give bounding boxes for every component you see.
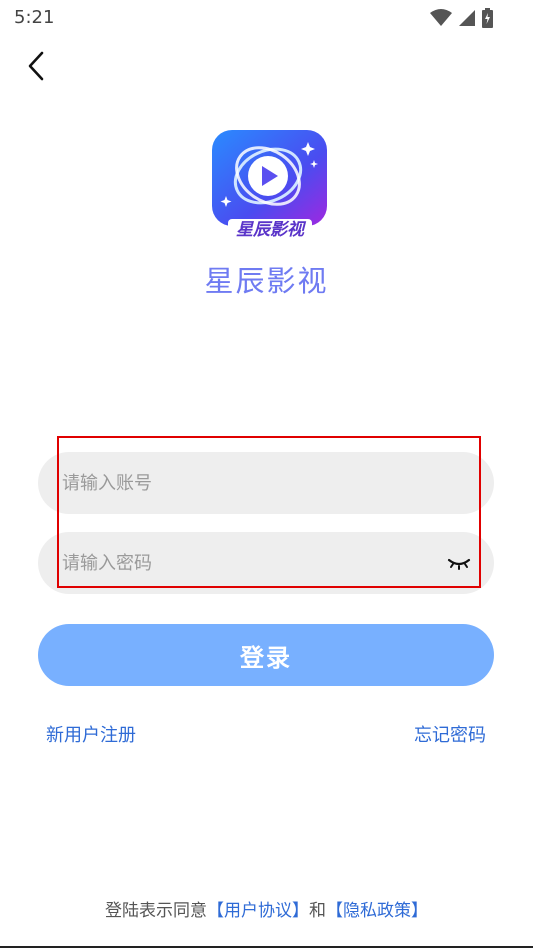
user-agreement-link[interactable]: 【用户协议】 <box>207 901 309 921</box>
signal-icon <box>459 10 475 26</box>
wifi-icon <box>430 9 452 26</box>
eye-closed-icon <box>447 558 471 570</box>
app-logo: 星辰影视 <box>212 130 327 245</box>
app-name: 星辰影视 <box>204 264 329 298</box>
password-visibility-toggle[interactable] <box>446 553 472 573</box>
password-input[interactable] <box>60 551 446 575</box>
login-button[interactable]: 登录 <box>38 624 494 686</box>
agreement-text: 登陆表示同意【用户协议】和【隐私政策】 <box>0 896 533 921</box>
password-field-container[interactable] <box>38 532 494 594</box>
account-input[interactable] <box>60 471 472 495</box>
battery-icon <box>482 8 493 28</box>
app-logo-text: 星辰影视 <box>228 219 312 241</box>
status-icons <box>430 8 493 28</box>
status-time: 5:21 <box>14 7 55 28</box>
forgot-password-link[interactable]: 忘记密码 <box>414 721 486 747</box>
register-link[interactable]: 新用户注册 <box>46 721 136 747</box>
status-bar: 5:21 <box>0 0 533 36</box>
agreement-conjunction: 和 <box>309 901 326 921</box>
account-field-container[interactable] <box>38 452 494 514</box>
back-button[interactable] <box>18 48 54 84</box>
privacy-policy-link[interactable]: 【隐私政策】 <box>326 901 428 921</box>
chevron-left-icon <box>28 51 44 81</box>
agreement-prefix: 登陆表示同意 <box>105 901 207 921</box>
